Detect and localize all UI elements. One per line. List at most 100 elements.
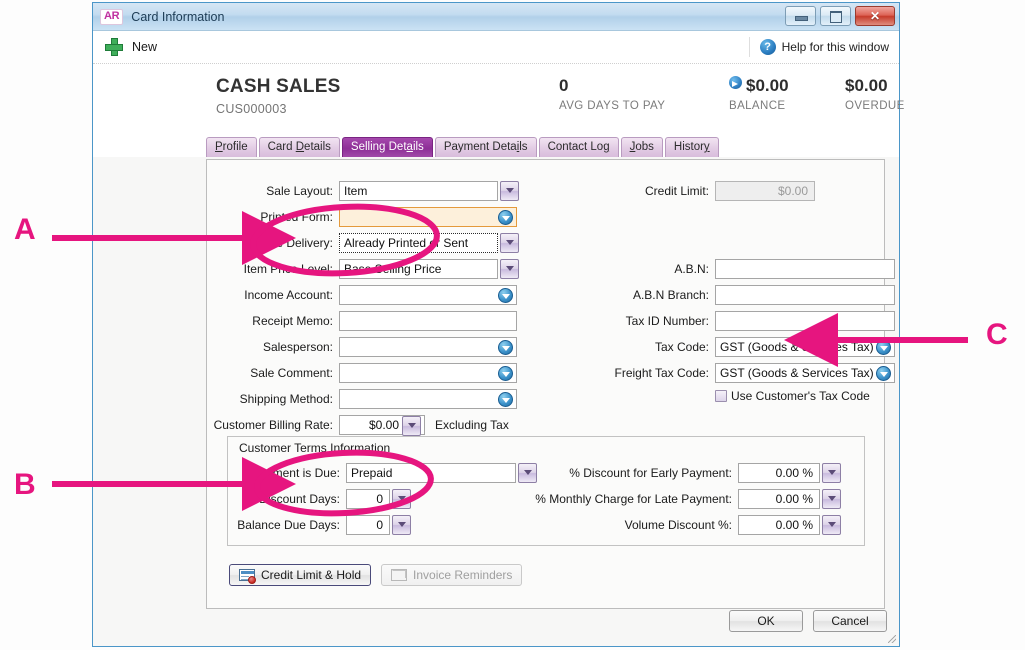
customer-terms-groupbox: Customer Terms Information Payment is Du…: [227, 436, 865, 546]
sale-layout-dropdown-icon[interactable]: [500, 181, 519, 201]
field-row-receipt-memo: Receipt Memo:: [207, 311, 517, 331]
label-abn: A.B.N:: [674, 262, 709, 276]
freight-tax-code-field[interactable]: GST (Goods & Services Tax): [715, 363, 895, 383]
label-sale-comment: Sale Comment:: [250, 366, 333, 380]
window-titlebar: AR Card Information ✕: [93, 3, 899, 31]
field-row-monthly-charge-for-late-payment: % Monthly Charge for Late Payment: 0.00 %: [510, 489, 841, 509]
invoice-delivery-field[interactable]: Already Printed or Sent: [339, 233, 498, 253]
sale-layout-field[interactable]: Item: [339, 181, 498, 201]
question-mark-icon: ?: [759, 39, 776, 55]
stat-avg-days-value: 0: [559, 76, 569, 95]
field-row-abn: A.B.N:: [557, 259, 895, 279]
stat-balance[interactable]: $0.00 BALANCE: [729, 76, 789, 112]
tab-payment-details[interactable]: Payment Details: [434, 137, 537, 157]
plus-icon: [105, 38, 123, 56]
cancel-button[interactable]: Cancel: [813, 610, 887, 632]
help-link[interactable]: ? Help for this window: [748, 37, 889, 57]
label-monthly-charge-for-late-payment: % Monthly Charge for Late Payment:: [535, 492, 732, 506]
tax-id-number-field[interactable]: [715, 311, 895, 331]
field-value: Base Selling Price: [344, 262, 442, 276]
field-row-discount-days: Discount Days: 0: [228, 489, 411, 509]
checkbox-icon[interactable]: [715, 390, 727, 402]
discount-days-dropdown-icon[interactable]: [392, 489, 411, 509]
freight-tax-code-lookup-icon[interactable]: [876, 366, 891, 381]
tab-card-details[interactable]: Card Details: [258, 137, 340, 157]
selling-details-panel: Use Customer's Tax Code Freight Tax Code:…: [206, 159, 895, 609]
tab-selling-details[interactable]: Selling Details: [341, 137, 433, 157]
salesperson-field[interactable]: [339, 337, 517, 357]
tax-code-lookup-icon[interactable]: [876, 340, 891, 355]
item-price-level-dropdown-icon[interactable]: [500, 259, 519, 279]
card-name: CASH SALES: [216, 76, 341, 97]
new-button[interactable]: New: [105, 38, 157, 56]
tab-history[interactable]: History: [664, 137, 719, 157]
sale-comment-lookup-icon[interactable]: [498, 366, 513, 381]
discount-days-field[interactable]: 0: [346, 489, 390, 509]
income-account-field[interactable]: [339, 285, 517, 305]
label-discount-days: Discount Days:: [259, 492, 340, 506]
minimize-button[interactable]: [785, 6, 816, 26]
salesperson-lookup-icon[interactable]: [498, 340, 513, 355]
discount-for-early-payment-field[interactable]: 0.00 %: [738, 463, 820, 483]
field-row-balance-due-days: Balance Due Days: 0: [228, 515, 411, 535]
field-value: 0: [376, 492, 383, 506]
maximize-button[interactable]: [820, 6, 851, 26]
card-id: CUS000003: [216, 102, 287, 116]
tab-contact-log[interactable]: Contact Log: [538, 137, 619, 157]
field-row-tax-id-number: Tax ID Number:: [557, 311, 895, 331]
screenshot-root: AR Card Information ✕ New ? Help for thi…: [0, 0, 1025, 650]
invoice-reminders-button: Invoice Reminders: [381, 564, 523, 586]
discount-for-early-payment-dropdown-icon[interactable]: [822, 463, 841, 483]
monthly-charge-for-late-payment-field[interactable]: 0.00 %: [738, 489, 820, 509]
sale-comment-field[interactable]: [339, 363, 517, 383]
field-value: 0: [376, 518, 383, 532]
stat-avg-days-label: AVG DAYS TO PAY: [559, 100, 666, 112]
income-account-lookup-icon[interactable]: [498, 288, 513, 303]
payment-is-due-field[interactable]: Prepaid: [346, 463, 516, 483]
ok-button-label: OK: [757, 614, 775, 628]
field-row-abn-branch: A.B.N Branch:: [557, 285, 895, 305]
close-button[interactable]: ✕: [855, 6, 895, 26]
field-row-shipping-method: Shipping Method:: [207, 389, 517, 409]
balance-due-days-field[interactable]: 0: [346, 515, 390, 535]
tab-jobs[interactable]: Jobs: [620, 137, 663, 157]
panel-action-buttons: Credit Limit & Hold Invoice Reminders: [229, 564, 523, 586]
shipping-method-lookup-icon[interactable]: [498, 392, 513, 407]
close-icon: ✕: [869, 9, 881, 23]
item-price-level-field[interactable]: Base Selling Price: [339, 259, 498, 279]
printed-form-field[interactable]: [339, 207, 517, 227]
card-information-window: AR Card Information ✕ New ? Help for thi…: [92, 2, 904, 647]
field-value: GST (Goods & Services Tax): [720, 340, 874, 354]
maximize-icon: [830, 11, 842, 23]
panel-content: Use Customer's Tax Code Freight Tax Code:…: [207, 160, 895, 608]
credit-limit-field: $0.00: [715, 181, 815, 201]
invoice-delivery-dropdown-icon[interactable]: [500, 233, 519, 253]
window-resize-grip[interactable]: [887, 634, 896, 643]
field-value: Already Printed or Sent: [344, 236, 469, 250]
label-item-price-level: Item Price Level:: [243, 262, 333, 276]
abn-branch-field[interactable]: [715, 285, 895, 305]
monthly-charge-for-late-payment-dropdown-icon[interactable]: [822, 489, 841, 509]
tax-code-field[interactable]: GST (Goods & Services Tax): [715, 337, 895, 357]
receipt-memo-field[interactable]: [339, 311, 517, 331]
customer-billing-rate-dropdown-icon[interactable]: [402, 415, 421, 436]
tab-strip: Profile Card Details Selling Details Paymen…: [93, 136, 899, 157]
shipping-method-field[interactable]: [339, 389, 517, 409]
balance-due-days-dropdown-icon[interactable]: [392, 515, 411, 535]
printed-form-lookup-icon[interactable]: [498, 210, 513, 225]
annotation-marker-b: B: [14, 468, 36, 501]
tab-profile[interactable]: Profile: [206, 137, 257, 157]
field-row-discount-for-early-payment: % Discount for Early Payment: 0.00 %: [510, 463, 841, 483]
billing-rate-suffix-label: Excluding Tax: [435, 418, 509, 432]
abn-field[interactable]: [715, 259, 895, 279]
ok-button[interactable]: OK: [729, 610, 803, 632]
volume-discount-field[interactable]: 0.00 %: [738, 515, 820, 535]
annotation-marker-c: C: [986, 318, 1008, 351]
use-customers-tax-code-checkbox[interactable]: Use Customer's Tax Code: [715, 389, 870, 403]
volume-discount-dropdown-icon[interactable]: [822, 515, 841, 535]
field-value: $0.00: [777, 184, 808, 198]
credit-limit-and-hold-button[interactable]: Credit Limit & Hold: [229, 564, 372, 586]
tab-label: Card Details: [267, 141, 331, 153]
customer-billing-rate-field[interactable]: $0.00: [339, 415, 425, 436]
drill-down-arrow-icon[interactable]: [729, 76, 742, 89]
